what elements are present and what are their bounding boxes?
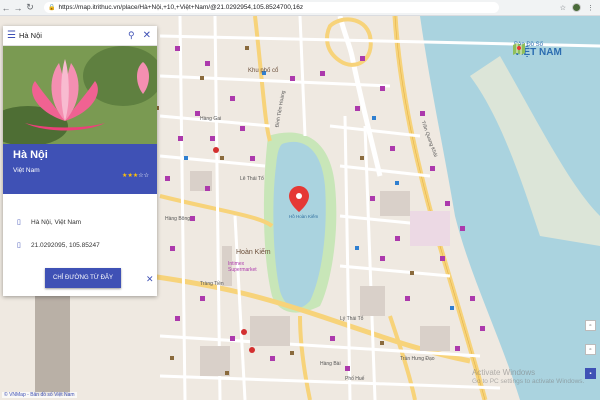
forward-icon[interactable]: → bbox=[12, 1, 24, 15]
search-icon[interactable]: ⚲ bbox=[128, 30, 135, 41]
back-icon[interactable]: ← bbox=[0, 1, 12, 15]
street-label: Tràng Tiền bbox=[200, 281, 224, 287]
street-label: Hàng Bông bbox=[165, 216, 191, 222]
watermark-title: Activate Windows bbox=[472, 368, 536, 377]
old-quarter-label: Khu phố cổ bbox=[248, 68, 279, 74]
lotus-image bbox=[3, 46, 157, 144]
browser-toolbar: ← → ↻ 🔒 https://map.itrithuc.vn/place/Hà… bbox=[0, 0, 600, 16]
street-label: Hàng Gai bbox=[200, 116, 222, 122]
place-rating: ★★★☆☆ bbox=[122, 172, 149, 179]
street-label: Hàng Bài bbox=[320, 361, 341, 367]
coordinates-icon: ▯ bbox=[17, 242, 21, 249]
search-input[interactable] bbox=[19, 31, 124, 40]
reload-icon[interactable]: ↻ bbox=[24, 1, 36, 15]
address-bar[interactable]: 🔒 https://map.itrithuc.vn/place/Hà+Nội,+… bbox=[44, 2, 499, 13]
place-address: Hà Nội, Việt Nam bbox=[31, 218, 82, 226]
place-panel: ☰ ⚲ ✕ Hà Nội Việt Nam ★★★☆☆ bbox=[3, 26, 157, 296]
map-logo-icon bbox=[513, 43, 525, 55]
location-pin-icon: ▯ bbox=[17, 219, 21, 226]
layers-button[interactable]: ▪ bbox=[585, 368, 596, 379]
brand-logo: Bản Đồ Số VIỆT NAM bbox=[512, 42, 562, 58]
watermark-text: Go to PC settings to activate Windows. bbox=[472, 378, 585, 386]
place-header: Hà Nội Việt Nam ★★★☆☆ bbox=[3, 144, 157, 194]
directions-from-here-button[interactable]: CHỈ ĐƯỜNG TỪ ĐÂY bbox=[45, 268, 121, 288]
menu-dots-icon[interactable]: ⋮ bbox=[587, 4, 594, 12]
coordinates-row: ▯ 21.0292095, 105.85247 bbox=[3, 236, 157, 254]
menu-icon[interactable]: ☰ bbox=[7, 30, 19, 41]
avatar[interactable] bbox=[572, 3, 581, 12]
map-attribution[interactable]: © VNMap - Bản đồ số Việt Nam bbox=[2, 392, 77, 398]
district-label: Hoàn Kiếm bbox=[236, 249, 271, 256]
place-photo bbox=[3, 46, 157, 144]
supermarket-label: Intimex Supermarket bbox=[228, 261, 257, 273]
url-text: https://map.itrithuc.vn/place/Hà+Nội,+10… bbox=[58, 4, 304, 11]
directions-label: CHỈ ĐƯỜNG TỪ ĐÂY bbox=[53, 275, 113, 281]
star-icon[interactable]: ☆ bbox=[560, 4, 566, 12]
close-icon[interactable]: ✕ bbox=[143, 30, 151, 41]
street-label: Phố Huế bbox=[345, 376, 365, 382]
close-panel-icon[interactable]: ✕ bbox=[146, 274, 154, 285]
place-coordinates: 21.0292095, 105.85247 bbox=[31, 241, 100, 249]
search-bar: ☰ ⚲ ✕ bbox=[3, 26, 157, 46]
star-empty-icon: ☆ bbox=[143, 173, 149, 179]
street-label: Lý Thái Tổ bbox=[340, 316, 364, 322]
zoom-out-button[interactable]: ▫ bbox=[585, 344, 596, 355]
street-label: Lê Thái Tổ bbox=[240, 176, 264, 182]
address-row: ▯ Hà Nội, Việt Nam bbox=[3, 208, 157, 236]
zoom-in-button[interactable]: ▫ bbox=[585, 320, 596, 331]
lock-icon: 🔒 bbox=[48, 5, 56, 11]
place-name: Hà Nội bbox=[13, 149, 48, 161]
street-label: Trần Hưng Đạo bbox=[400, 356, 435, 362]
windows-watermark: Activate Windows Go to PC settings to ac… bbox=[472, 368, 584, 387]
lake-label: Hồ Hoàn Kiếm bbox=[289, 214, 319, 219]
